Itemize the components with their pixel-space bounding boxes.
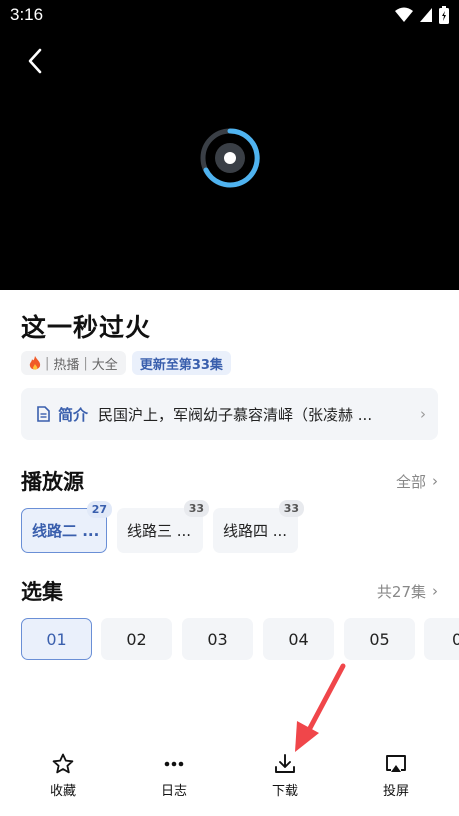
bottom-action-bar: 收藏 日志 下载 投屏 bbox=[0, 752, 459, 816]
cellular-signal-icon bbox=[420, 8, 432, 22]
episodes-title: 选集 bbox=[21, 580, 63, 604]
log-label: 日志 bbox=[160, 784, 187, 799]
cast-screen-icon bbox=[386, 755, 406, 772]
source-chip[interactable]: 线路四 ... 33 bbox=[213, 500, 304, 553]
chevron-right-icon: › bbox=[420, 405, 426, 423]
download-button[interactable]: 下载 bbox=[245, 752, 325, 799]
document-icon bbox=[37, 406, 50, 422]
status-time: 3:16 bbox=[10, 5, 44, 24]
tag-row: | 热播 | 大全 更新至第33集 bbox=[21, 351, 231, 375]
sources-title: 播放源 bbox=[21, 470, 84, 494]
source-label: 线路三 ... bbox=[127, 522, 192, 540]
sources-all-link[interactable]: 全部 › bbox=[396, 471, 438, 492]
source-chip[interactable]: 线路三 ... 33 bbox=[117, 500, 209, 553]
episode-button[interactable]: 06 bbox=[424, 618, 459, 660]
episode-button[interactable]: 03 bbox=[182, 618, 253, 660]
episodes-all-link[interactable]: 共27集 › bbox=[377, 581, 438, 602]
more-dots-icon bbox=[164, 761, 184, 767]
chevron-left-icon bbox=[28, 48, 42, 74]
tag-separator: | bbox=[83, 355, 88, 371]
status-bar: 3:16 bbox=[0, 0, 459, 32]
intro-text: 民国沪上，军阀幼子慕容清峄（张凌赫 ... bbox=[98, 405, 373, 424]
download-label: 下载 bbox=[271, 784, 298, 799]
episode-label: 06 bbox=[452, 629, 459, 649]
fire-icon bbox=[29, 355, 41, 370]
battery-icon bbox=[439, 6, 449, 24]
tag-separator: | bbox=[45, 355, 50, 371]
sources-all-label: 全部 bbox=[395, 472, 426, 491]
intro-label: 简介 bbox=[58, 405, 89, 424]
sources-header: 播放源 全部 › bbox=[21, 466, 438, 496]
chevron-right-icon: › bbox=[432, 472, 438, 490]
episode-count-badge: 33 bbox=[278, 500, 304, 517]
meta-tag: | 热播 | 大全 bbox=[21, 351, 126, 375]
video-player[interactable] bbox=[0, 32, 459, 290]
update-badge: 更新至第33集 bbox=[131, 351, 231, 375]
log-button[interactable]: 日志 bbox=[134, 752, 214, 799]
episode-button[interactable]: 05 bbox=[344, 618, 415, 660]
category-label: 大全 bbox=[91, 357, 118, 373]
chevron-right-icon: › bbox=[432, 582, 438, 600]
wifi-icon bbox=[395, 7, 413, 22]
episode-button[interactable]: 01 bbox=[21, 618, 92, 660]
episodes-header: 选集 共27集 › bbox=[21, 576, 438, 606]
back-button[interactable] bbox=[18, 44, 52, 78]
loading-spinner-icon bbox=[200, 128, 260, 188]
favorite-button[interactable]: 收藏 bbox=[23, 752, 103, 799]
episode-button[interactable]: 02 bbox=[101, 618, 172, 660]
video-title: 这一秒过火 bbox=[21, 313, 152, 342]
star-icon bbox=[52, 753, 74, 774]
status-icons bbox=[395, 6, 449, 24]
favorite-label: 收藏 bbox=[49, 784, 76, 799]
source-label: 线路四 ... bbox=[223, 522, 288, 540]
cast-label: 投屏 bbox=[382, 784, 409, 799]
cast-button[interactable]: 投屏 bbox=[356, 752, 436, 799]
source-chip[interactable]: 线路二 ... 27 bbox=[21, 501, 112, 553]
episode-count-badge: 33 bbox=[183, 500, 209, 517]
episode-button[interactable]: 04 bbox=[263, 618, 334, 660]
download-icon bbox=[275, 754, 295, 773]
episode-count-badge: 27 bbox=[86, 501, 112, 518]
intro-row[interactable]: 简介 民国沪上，军阀幼子慕容清峄（张凌赫 ... › bbox=[21, 388, 438, 440]
hot-label: 热播 bbox=[53, 357, 80, 373]
episodes-count-label: 共27集 bbox=[376, 582, 426, 601]
source-label: 线路二 ... bbox=[32, 522, 100, 540]
